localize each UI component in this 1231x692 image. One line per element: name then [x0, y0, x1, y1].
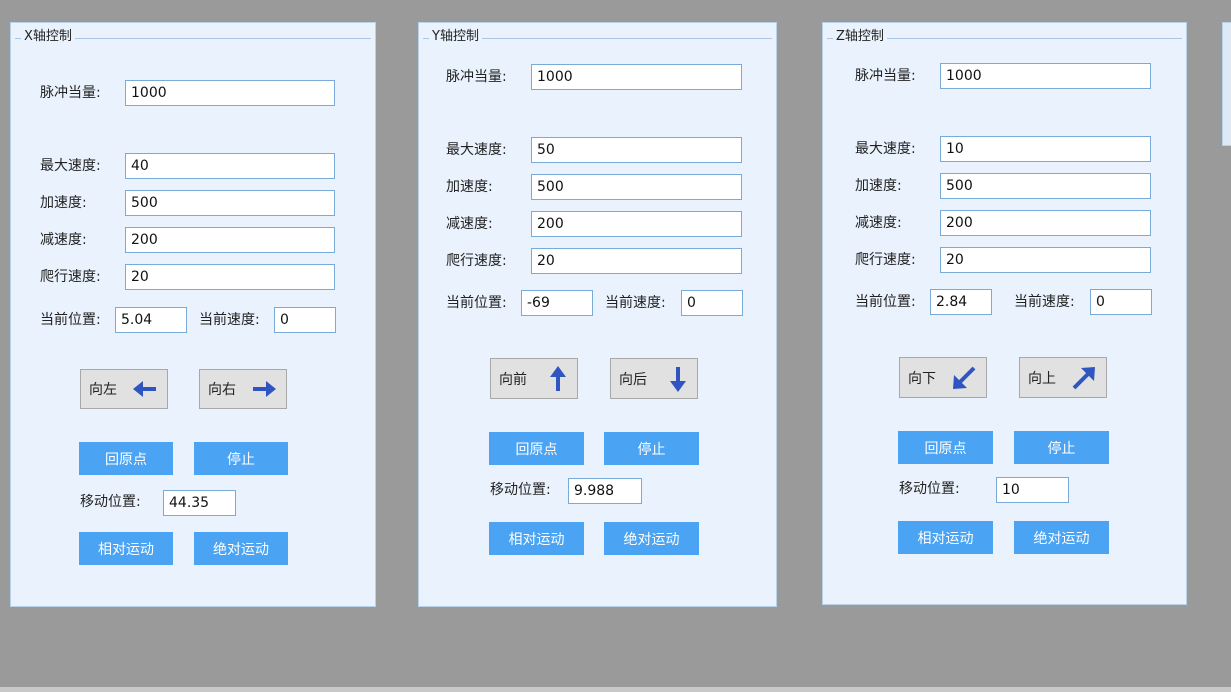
direction-label: 向后 [619, 371, 647, 388]
acceleration-field[interactable] [125, 190, 335, 216]
current-position-label: 当前位置: [446, 295, 507, 311]
direction-label: 向右 [208, 382, 236, 398]
deceleration-field[interactable] [940, 210, 1151, 236]
stop-label: 停止 [227, 451, 255, 468]
max-speed-label: 最大速度: [40, 158, 101, 174]
pulse-equivalent-field[interactable] [531, 64, 742, 90]
deceleration-label: 减速度: [40, 232, 87, 248]
move-position-label: 移动位置: [490, 482, 551, 498]
stop-label: 停止 [637, 441, 666, 458]
arrow-up-icon [549, 365, 567, 392]
current-speed-label: 当前速度: [199, 312, 260, 328]
arrow-left-icon [133, 379, 157, 399]
move-left-button[interactable]: 向左 [80, 369, 168, 409]
acceleration-label: 加速度: [855, 178, 902, 194]
move-position-label: 移动位置: [80, 494, 141, 510]
stop-label: 停止 [1047, 440, 1076, 457]
move-down-left-button[interactable]: 向下 [899, 357, 987, 398]
arrow-down-left-icon [952, 366, 976, 390]
pulse-equivalent-label: 脉冲当量: [855, 68, 916, 84]
stop-button[interactable]: 停止 [1014, 431, 1109, 464]
next-panel-edge [1222, 22, 1231, 146]
direction-label: 向前 [499, 371, 527, 388]
current-speed-field[interactable] [681, 290, 743, 316]
max-speed-label: 最大速度: [446, 142, 507, 158]
creep-speed-field[interactable] [531, 248, 742, 274]
absolute-move-button[interactable]: 绝对运动 [1014, 521, 1109, 554]
acceleration-label: 加速度: [40, 195, 87, 211]
creep-speed-field[interactable] [125, 264, 335, 290]
groupbox-title: Z轴控制 [833, 29, 887, 45]
stop-button[interactable]: 停止 [604, 432, 699, 465]
bottom-strip [0, 687, 1231, 692]
absolute-move-button[interactable]: 绝对运动 [194, 532, 288, 565]
current-speed-field[interactable] [1090, 289, 1152, 315]
move-position-label: 移动位置: [899, 481, 960, 497]
home-label: 回原点 [924, 440, 967, 457]
move-up-button[interactable]: 向前 [490, 358, 578, 399]
move-position-field[interactable] [568, 478, 642, 504]
pulse-equivalent-label: 脉冲当量: [40, 85, 101, 101]
creep-speed-field[interactable] [940, 247, 1151, 273]
move-position-field[interactable] [996, 477, 1069, 503]
current-position-field[interactable] [930, 289, 992, 315]
deceleration-field[interactable] [125, 227, 335, 253]
arrow-up-right-icon [1072, 366, 1096, 390]
current-position-field[interactable] [521, 290, 593, 316]
direction-label: 向上 [1028, 370, 1056, 387]
acceleration-field[interactable] [940, 173, 1151, 199]
relative-move-label: 相对运动 [98, 541, 154, 558]
absolute-move-label: 绝对运动 [1033, 530, 1090, 547]
absolute-move-label: 绝对运动 [623, 531, 680, 548]
relative-move-button[interactable]: 相对运动 [898, 521, 993, 554]
relative-move-label: 相对运动 [917, 530, 974, 547]
current-position-label: 当前位置: [40, 312, 101, 328]
deceleration-field[interactable] [531, 211, 742, 237]
home-label: 回原点 [515, 441, 558, 458]
move-down-button[interactable]: 向后 [610, 358, 698, 399]
max-speed-field[interactable] [940, 136, 1151, 162]
relative-move-button[interactable]: 相对运动 [489, 522, 584, 555]
stop-button[interactable]: 停止 [194, 442, 288, 475]
absolute-move-button[interactable]: 绝对运动 [604, 522, 699, 555]
relative-move-button[interactable]: 相对运动 [79, 532, 173, 565]
max-speed-field[interactable] [531, 137, 742, 163]
max-speed-label: 最大速度: [855, 141, 916, 157]
current-speed-field[interactable] [274, 307, 336, 333]
direction-label: 向左 [89, 382, 117, 398]
pulse-equivalent-label: 脉冲当量: [446, 69, 507, 85]
current-position-field[interactable] [115, 307, 187, 333]
move-right-button[interactable]: 向右 [199, 369, 287, 409]
max-speed-field[interactable] [125, 153, 335, 179]
move-position-field[interactable] [163, 490, 236, 516]
creep-speed-label: 爬行速度: [40, 269, 101, 285]
acceleration-field[interactable] [531, 174, 742, 200]
arrow-down-icon [669, 366, 687, 392]
creep-speed-label: 爬行速度: [446, 253, 507, 269]
relative-move-label: 相对运动 [508, 531, 565, 548]
acceleration-label: 加速度: [446, 179, 493, 195]
current-speed-label: 当前速度: [605, 295, 666, 311]
current-position-label: 当前位置: [855, 294, 916, 310]
pulse-equivalent-field[interactable] [125, 80, 335, 106]
creep-speed-label: 爬行速度: [855, 252, 916, 268]
current-speed-label: 当前速度: [1014, 294, 1075, 310]
arrow-right-icon [252, 379, 276, 399]
move-up-right-button[interactable]: 向上 [1019, 357, 1107, 398]
home-button[interactable]: 回原点 [79, 442, 173, 475]
absolute-move-label: 绝对运动 [213, 541, 269, 558]
groupbox-title: Y轴控制 [429, 29, 482, 45]
direction-label: 向下 [908, 370, 936, 387]
deceleration-label: 减速度: [855, 215, 902, 231]
home-label: 回原点 [105, 451, 147, 468]
home-button[interactable]: 回原点 [489, 432, 584, 465]
deceleration-label: 减速度: [446, 216, 493, 232]
groupbox-title: X轴控制 [21, 29, 75, 45]
pulse-equivalent-field[interactable] [940, 63, 1151, 89]
home-button[interactable]: 回原点 [898, 431, 993, 464]
